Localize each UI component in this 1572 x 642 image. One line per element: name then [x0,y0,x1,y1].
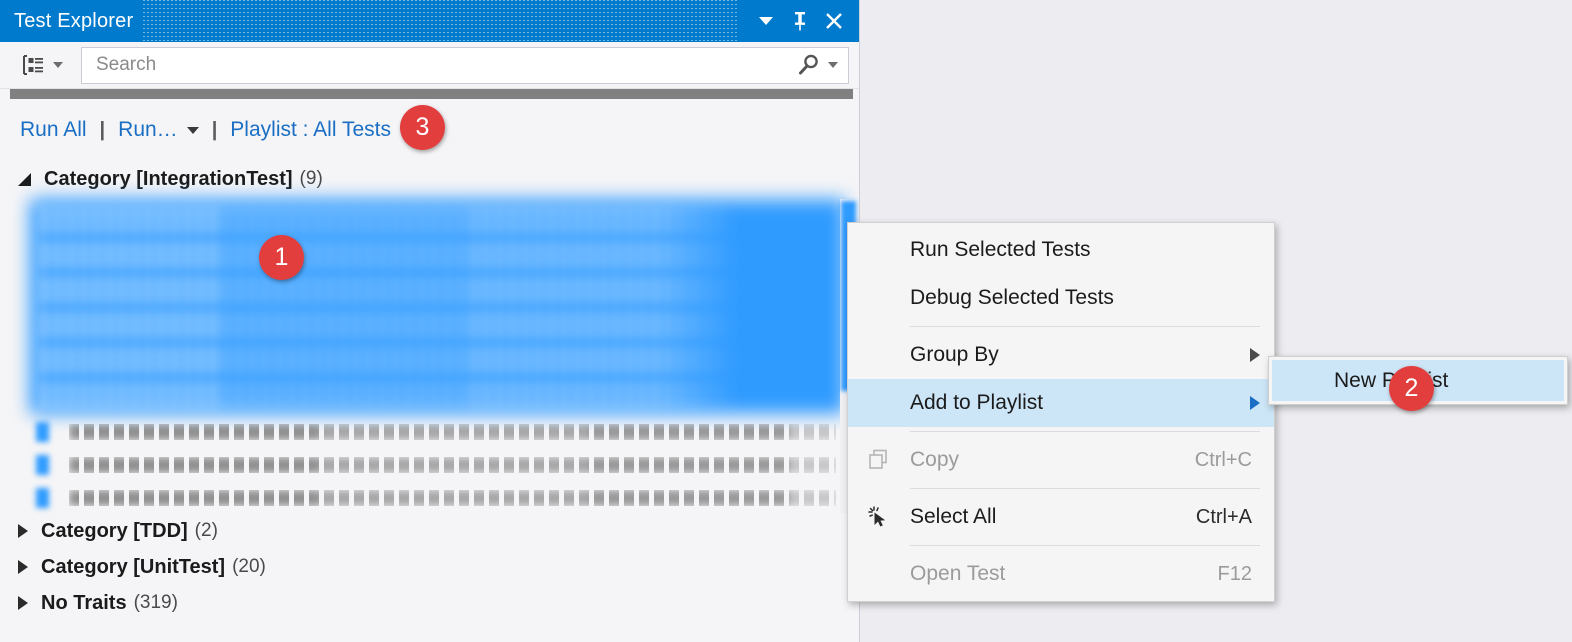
titlebar-drag-grip[interactable] [143,0,739,42]
chevron-down-icon [756,11,776,31]
run-chevron-down-icon [187,127,199,134]
menu-item-open-test[interactable]: Open Test F12 [848,550,1274,598]
tree-group-count: (2) [195,520,218,542]
context-menu: Run Selected Tests Debug Selected Tests … [847,222,1275,602]
pin-icon [790,10,810,32]
test-name [69,490,836,506]
playlist-dropdown-button[interactable]: Playlist : All Tests [230,118,412,142]
window-close-button[interactable] [817,4,851,38]
search-magnifier-icon[interactable] [796,52,822,78]
test-row[interactable] [36,481,836,514]
run-dropdown-label: Run… [118,118,178,142]
group-by-tree-icon [20,52,46,78]
test-status-icon [36,455,49,475]
tree-group-integrationtest[interactable]: Category [IntegrationTest] (9) [0,161,859,197]
group-by-chevron-down-icon [53,62,63,68]
search-toolbar [0,42,859,89]
annotation-badge-2: 2 [1389,366,1434,411]
test-row[interactable] [36,448,836,481]
test-row[interactable] [36,415,836,448]
copy-icon [866,447,892,473]
menu-item-select-all[interactable]: Select All Ctrl+A [848,493,1274,541]
toolbar-separator-2: | [212,119,218,142]
test-explorer-panel: Test Explorer [0,0,860,642]
tree-group-label: No Traits [41,592,127,615]
menu-item-debug-selected-tests[interactable]: Debug Selected Tests [848,274,1274,322]
menu-item-label: Run Selected Tests [910,238,1091,262]
search-box[interactable] [81,47,849,84]
menu-item-shortcut: F12 [1218,563,1260,586]
menu-item-label: Open Test [910,562,1005,586]
test-status-icon [36,488,49,508]
test-tree: Category [IntegrationTest] (9) [0,161,859,642]
search-chevron-down-icon[interactable] [828,62,838,68]
tree-group-no-traits[interactable]: No Traits (319) [0,585,859,621]
test-row[interactable] [40,345,835,375]
tree-group-label: Category [TDD] [41,520,188,543]
menu-item-label: Debug Selected Tests [910,286,1114,310]
menu-item-label: Add to Playlist [910,391,1043,415]
selected-test-rows[interactable] [40,205,835,410]
group-by-button[interactable] [18,49,67,81]
menu-item-label: Select All [910,505,996,529]
run-all-button[interactable]: Run All [20,118,87,142]
test-row[interactable] [40,240,835,270]
expander-collapse-icon[interactable] [18,173,31,186]
tool-window-title: Test Explorer [14,10,133,33]
expander-expand-icon[interactable] [18,560,28,574]
tree-group-unittest[interactable]: Category [UnitTest] (20) [0,549,859,585]
test-row[interactable] [40,275,835,305]
expander-expand-icon[interactable] [18,596,28,610]
test-row[interactable] [40,205,835,235]
window-pin-button[interactable] [783,4,817,38]
tree-group-count: (20) [232,556,266,578]
test-row[interactable] [40,380,835,410]
menu-item-label: Group By [910,343,999,367]
tree-group-label: Category [IntegrationTest] [44,168,293,191]
tree-group-label: Category [UnitTest] [41,556,225,579]
toolbar-separator-1: | [100,119,106,142]
tree-group-count: (9) [300,168,323,190]
test-row[interactable] [40,310,835,340]
run-dropdown-button[interactable]: Run… [118,118,199,142]
menu-separator [910,488,1260,489]
menu-item-run-selected-tests[interactable]: Run Selected Tests [848,226,1274,274]
window-dropdown-button[interactable] [749,4,783,38]
menu-item-shortcut: Ctrl+C [1195,449,1260,472]
toolbar-divider-band [10,89,853,99]
test-rows-container[interactable] [0,199,859,513]
playlist-label: Playlist : All Tests [230,118,391,142]
submenu-arrow-icon [1250,348,1260,362]
menu-item-shortcut: Ctrl+A [1196,506,1260,529]
menu-separator [910,431,1260,432]
test-status-icon [36,422,49,442]
menu-item-label: Copy [910,448,959,472]
menu-item-group-by[interactable]: Group By [848,331,1274,379]
test-name [69,424,836,440]
submenu-arrow-icon [1250,396,1260,410]
tool-window-titlebar: Test Explorer [0,0,859,42]
screen: Test Explorer [0,0,1572,642]
menu-item-copy[interactable]: Copy Ctrl+C [848,436,1274,484]
unselected-test-rows[interactable] [36,415,836,513]
tree-group-tdd[interactable]: Category [TDD] (2) [0,513,859,549]
tree-group-count: (319) [134,592,178,614]
annotation-badge-1: 1 [259,235,304,280]
test-name [69,457,836,473]
menu-separator [910,326,1260,327]
menu-item-add-to-playlist[interactable]: Add to Playlist [848,379,1274,427]
menu-separator [910,545,1260,546]
search-input[interactable] [94,53,796,77]
select-all-icon [866,504,892,530]
expander-expand-icon[interactable] [18,524,28,538]
annotation-badge-3: 3 [400,105,445,150]
close-icon [823,10,845,32]
